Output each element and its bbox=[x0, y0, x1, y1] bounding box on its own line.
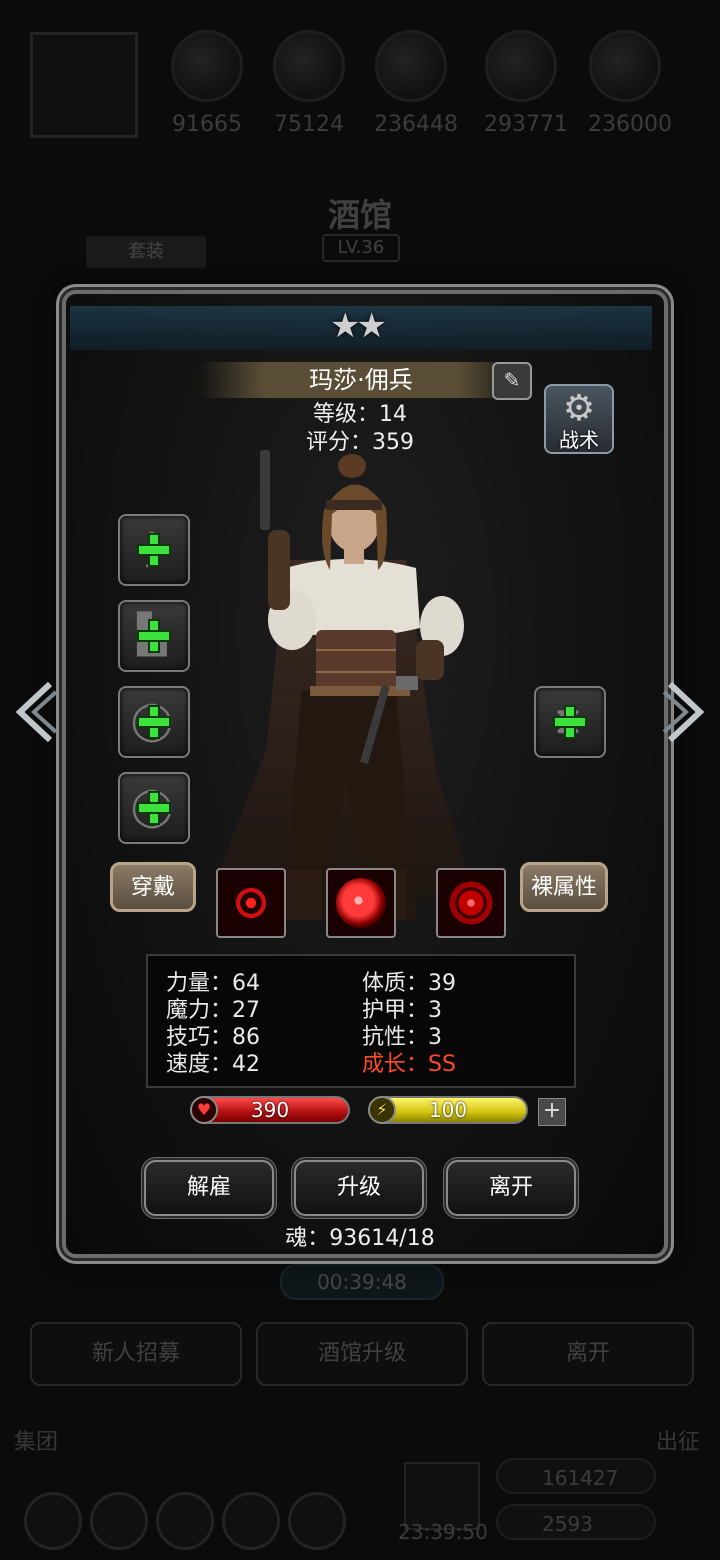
level-badge: LV.36 bbox=[322, 234, 400, 262]
orb-icon bbox=[273, 30, 345, 102]
attr-growth: 成长：SS bbox=[362, 1052, 456, 1077]
energy-bar: ⚡ 100 bbox=[368, 1096, 528, 1124]
resource-slot: 293771 bbox=[484, 30, 568, 137]
attr-armor: 护甲：3 bbox=[362, 998, 442, 1023]
add-energy-button[interactable]: + bbox=[538, 1098, 566, 1126]
attr-resistance: 抗性：3 bbox=[362, 1025, 442, 1050]
attributes-right: 体质：39 护甲：3 抗性：3 成长：SS bbox=[362, 970, 456, 1078]
plus-icon bbox=[137, 533, 171, 567]
equip-slot-ring[interactable]: ◯ bbox=[118, 686, 190, 758]
soul-cost: 魂：93614/18 bbox=[285, 1226, 435, 1251]
menu-icon[interactable] bbox=[90, 1492, 148, 1550]
plus-icon bbox=[137, 619, 171, 653]
resource-value: 293771 bbox=[484, 112, 568, 137]
gift-timer: 23:39:50 bbox=[398, 1520, 488, 1544]
menu-icon[interactable] bbox=[222, 1492, 280, 1550]
target-skill-icon bbox=[226, 878, 276, 928]
attr-speed: 速度：42 bbox=[166, 1052, 260, 1077]
set-button[interactable]: 套装 bbox=[86, 236, 206, 268]
attr-magic: 魔力：27 bbox=[166, 998, 260, 1023]
resource-slot: 75124 bbox=[272, 30, 346, 137]
edit-name-button[interactable]: ✎ bbox=[492, 362, 532, 400]
menu-icon[interactable] bbox=[156, 1492, 214, 1550]
resource-value: 236448 bbox=[374, 112, 458, 137]
menu-icon[interactable] bbox=[24, 1492, 82, 1550]
attr-constitution: 体质：39 bbox=[362, 971, 456, 996]
orb-icon bbox=[589, 30, 661, 102]
tactic-label: 战术 bbox=[559, 428, 599, 452]
star-rating: ★★ bbox=[330, 306, 387, 346]
crosshair-skill-icon bbox=[446, 878, 496, 928]
plus-icon bbox=[553, 705, 587, 739]
next-hero-arrow[interactable] bbox=[662, 680, 710, 744]
attr-skill: 技巧：86 bbox=[166, 1025, 260, 1050]
expedition-label[interactable]: 出征 bbox=[656, 1424, 700, 1456]
leave-button[interactable]: 离开 bbox=[446, 1160, 576, 1216]
attributes-left: 力量：64 魔力：27 技巧：86 速度：42 bbox=[166, 970, 260, 1078]
skill-slot[interactable] bbox=[326, 868, 396, 938]
resource-slot: 236000 bbox=[588, 30, 672, 137]
hero-name: 玛莎·佣兵 bbox=[200, 362, 522, 398]
prev-hero-arrow[interactable] bbox=[10, 680, 58, 744]
skill-slot[interactable] bbox=[436, 868, 506, 938]
resource-value: 236000 bbox=[588, 112, 672, 137]
recruit-button[interactable]: 新人招募 bbox=[30, 1322, 242, 1386]
bg-leave-button[interactable]: 离开 bbox=[482, 1322, 694, 1386]
gear-icon: ⚙ bbox=[562, 388, 596, 429]
naked-attributes-button[interactable]: 裸属性 bbox=[520, 862, 608, 912]
avatar[interactable] bbox=[30, 32, 138, 138]
swirl-skill-icon bbox=[336, 878, 386, 928]
tactic-button[interactable]: ⚙ 战术 bbox=[544, 384, 614, 454]
attr-strength: 力量：64 bbox=[166, 971, 260, 996]
resource-value: 91665 bbox=[172, 112, 242, 137]
resource-value: 75124 bbox=[274, 112, 344, 137]
resource-slot: 236448 bbox=[374, 30, 458, 137]
tavern-upgrade-button[interactable]: 酒馆升级 bbox=[256, 1322, 468, 1386]
timer: 00:39:48 bbox=[280, 1264, 444, 1300]
equip-slot-weapon[interactable]: ⟆ bbox=[118, 514, 190, 586]
hp-value: 390 bbox=[250, 1098, 290, 1122]
lightning-icon: ⚡ bbox=[368, 1096, 396, 1124]
hero-portrait bbox=[216, 450, 474, 920]
energy-value: 100 bbox=[428, 1098, 468, 1122]
equip-slot-extra[interactable]: ⧗ bbox=[534, 686, 606, 758]
pencil-icon: ✎ bbox=[503, 368, 521, 392]
hp-bar: ♥ 390 bbox=[190, 1096, 350, 1124]
plus-icon bbox=[137, 705, 171, 739]
orb-icon bbox=[485, 30, 557, 102]
heart-icon: ♥ bbox=[190, 1096, 218, 1124]
gold-counter: 161427 bbox=[496, 1458, 656, 1494]
orb-icon bbox=[375, 30, 447, 102]
page-title: 酒馆 bbox=[327, 196, 392, 234]
plus-icon bbox=[137, 791, 171, 825]
gem-counter: 2593 bbox=[496, 1504, 656, 1540]
menu-icon[interactable] bbox=[288, 1492, 346, 1550]
wear-button[interactable]: 穿戴 bbox=[110, 862, 196, 912]
group-label[interactable]: 集团 bbox=[14, 1424, 58, 1456]
dismiss-button[interactable]: 解雇 bbox=[144, 1160, 274, 1216]
skill-slot[interactable] bbox=[216, 868, 286, 938]
equip-slot-armor[interactable]: ▙ bbox=[118, 600, 190, 672]
equip-slot-accessory[interactable]: ◯ bbox=[118, 772, 190, 844]
orb-icon bbox=[171, 30, 243, 102]
resource-slot: 91665 bbox=[170, 30, 244, 137]
upgrade-button[interactable]: 升级 bbox=[294, 1160, 424, 1216]
